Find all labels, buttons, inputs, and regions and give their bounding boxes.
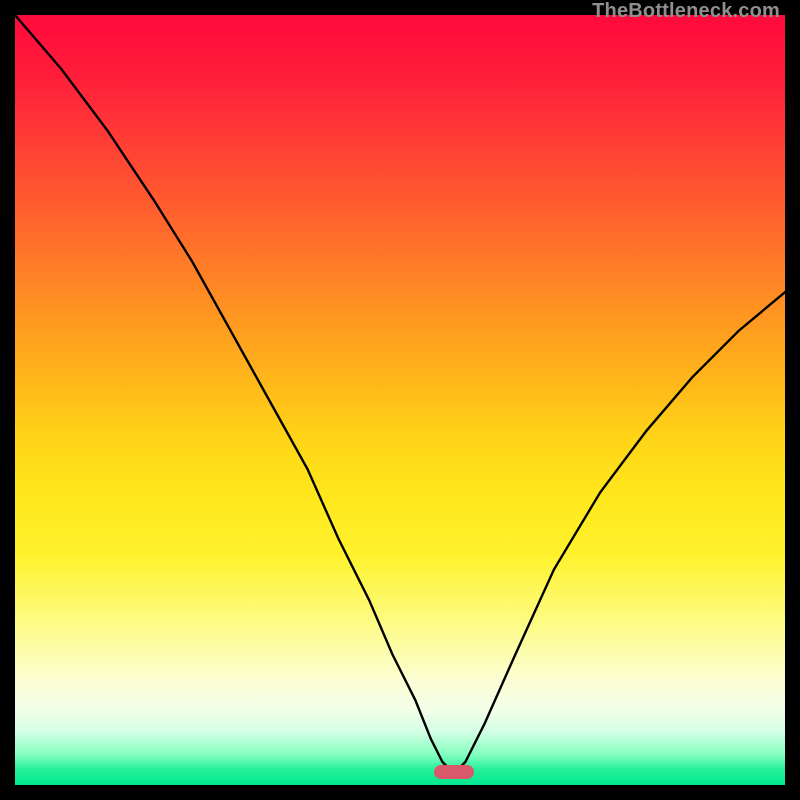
bottleneck-curve-path bbox=[15, 15, 785, 774]
curve-svg bbox=[15, 15, 785, 785]
optimal-marker bbox=[434, 765, 474, 779]
chart-frame: TheBottleneck.com bbox=[0, 0, 800, 800]
plot-area bbox=[15, 15, 785, 785]
watermark-text: TheBottleneck.com bbox=[592, 0, 780, 23]
